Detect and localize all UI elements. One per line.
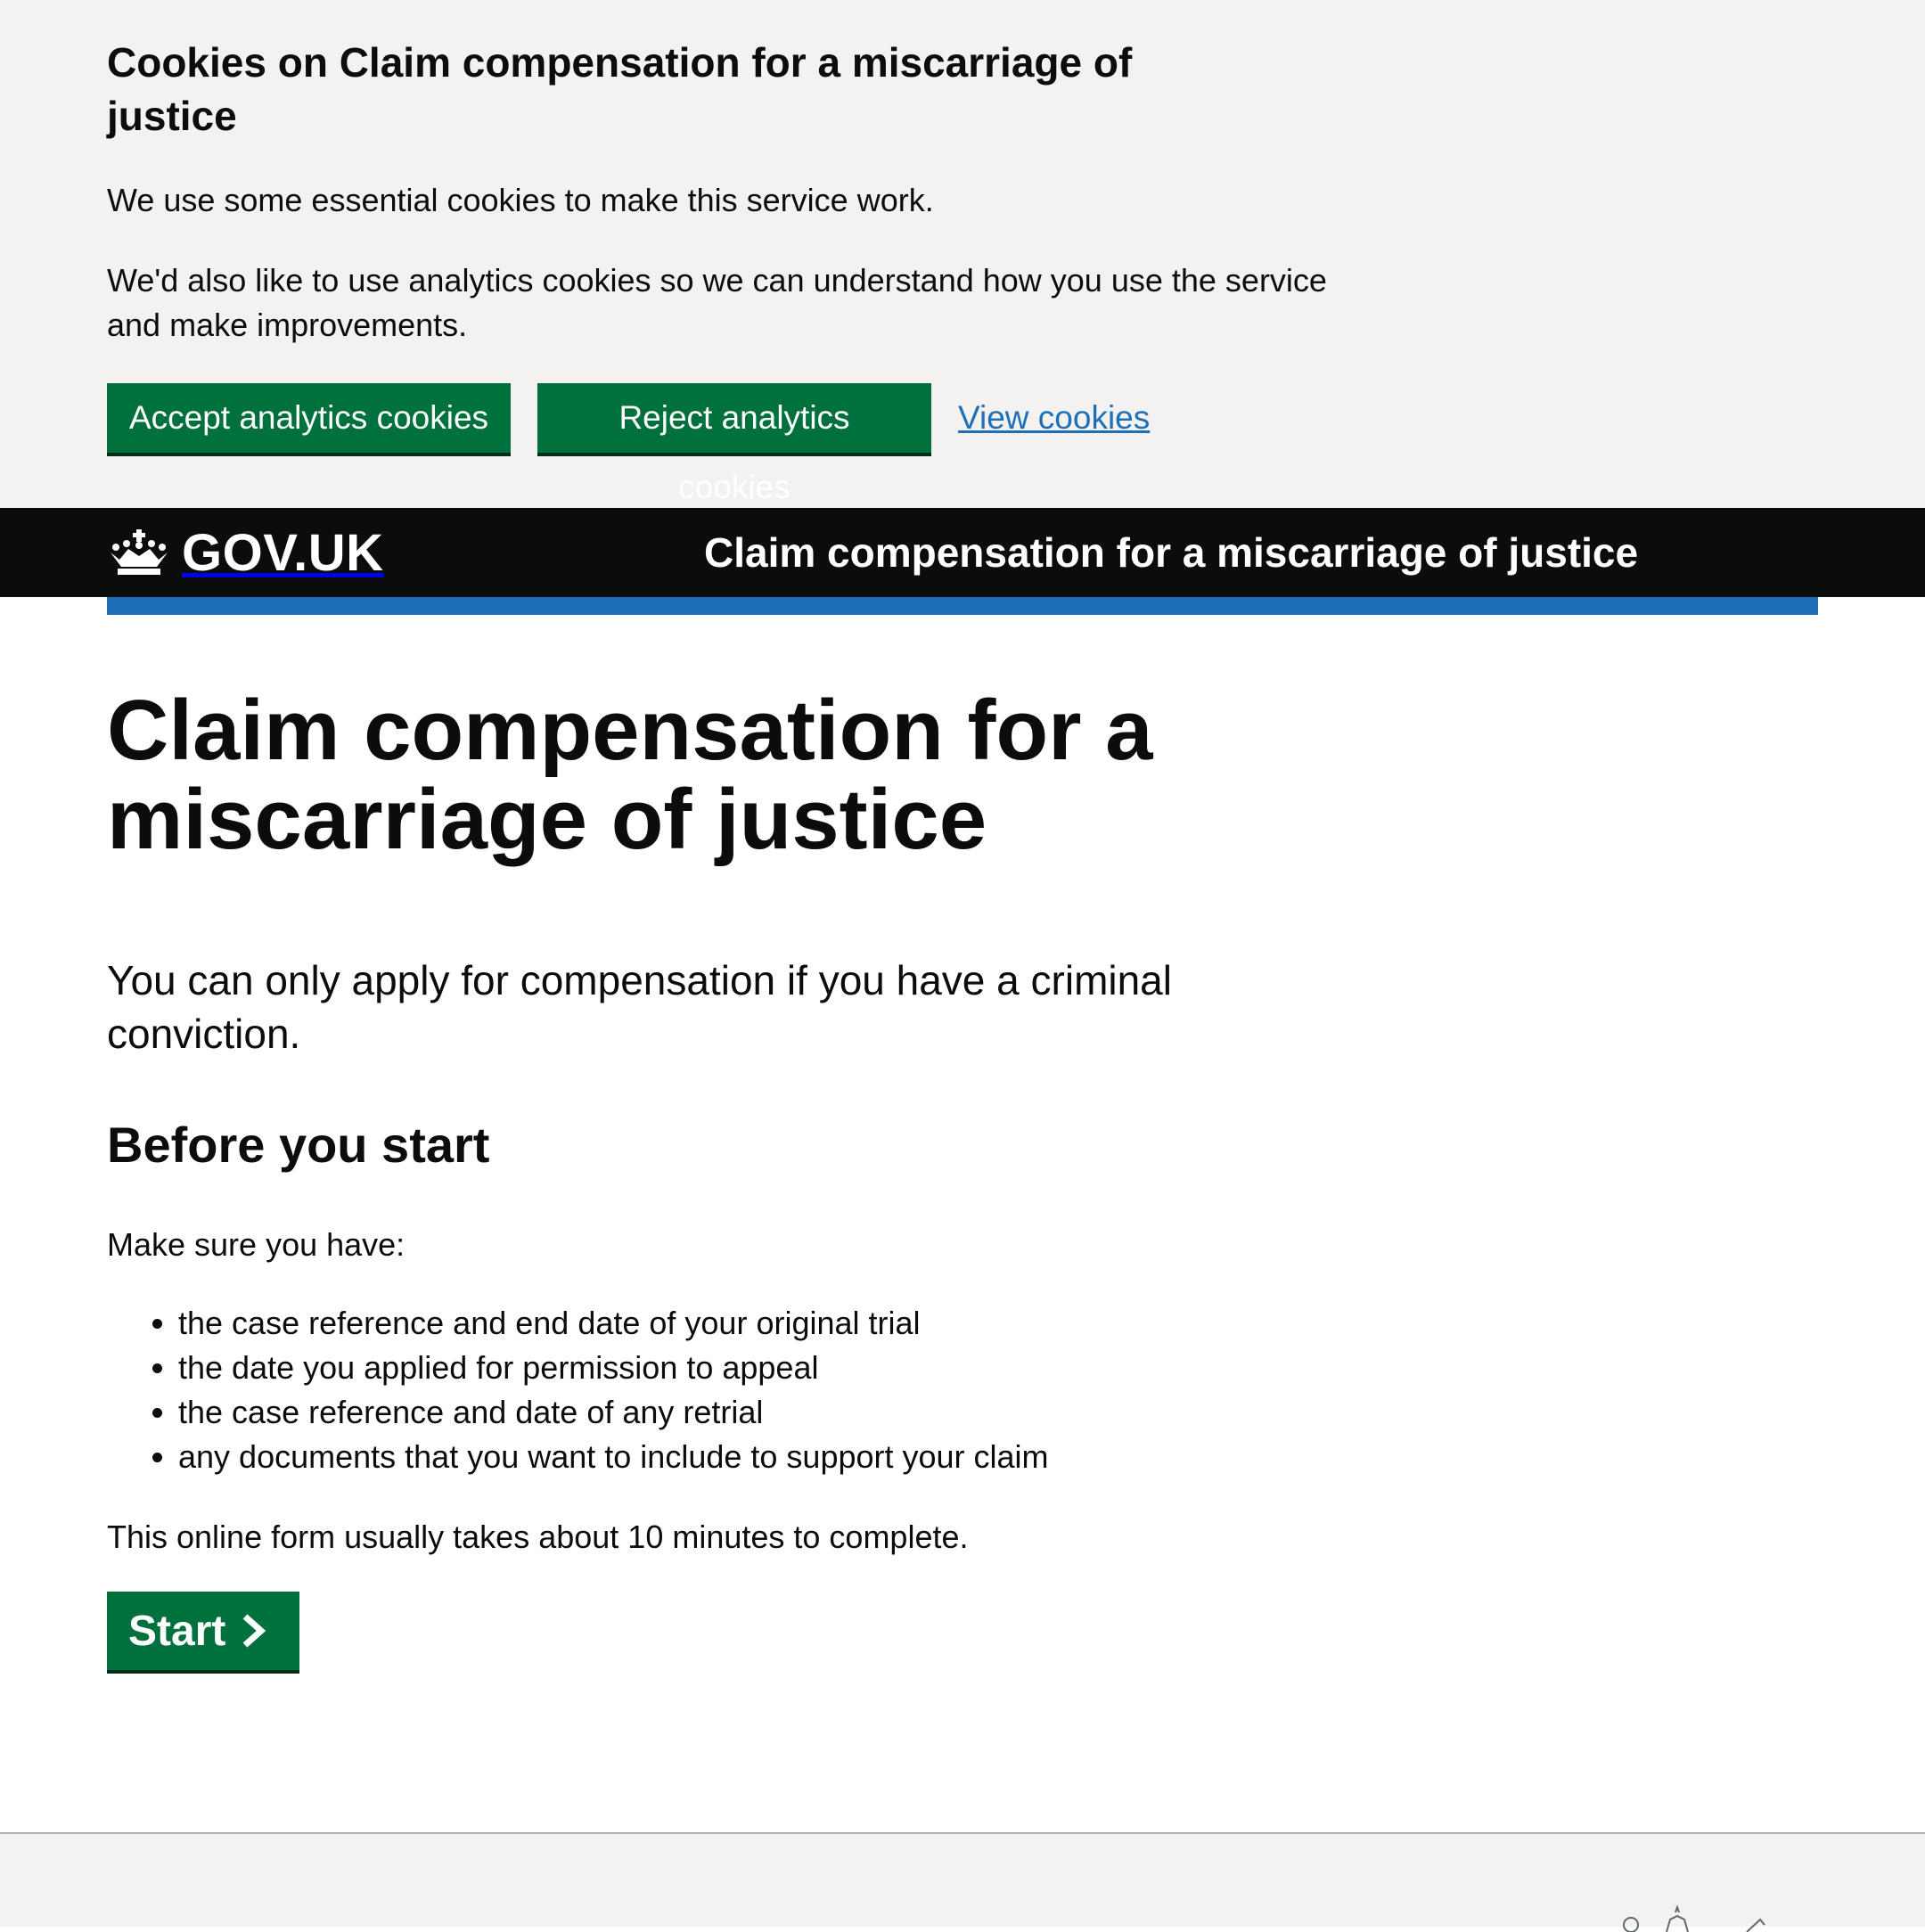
- list-item: the date you applied for permission to a…: [178, 1346, 1049, 1390]
- list-item: the case reference and end date of your …: [178, 1301, 1049, 1346]
- make-sure-text: Make sure you have:: [107, 1226, 405, 1263]
- lead-paragraph: You can only apply for compensation if y…: [107, 957, 1172, 1057]
- before-you-start-heading: Before you start: [107, 1117, 490, 1173]
- cookie-banner-analytics-text: We'd also like to use analytics cookies …: [107, 262, 1327, 343]
- header-blue-bar: [107, 597, 1818, 615]
- accept-analytics-cookies-button[interactable]: Accept analytics cookies: [107, 383, 511, 453]
- start-button-label: Start: [128, 1607, 226, 1655]
- service-name-link[interactable]: Claim compensation for a miscarriage of …: [704, 526, 1638, 579]
- duration-text: This online form usually takes about 10 …: [107, 1519, 969, 1555]
- page-title: Claim compensation for a miscarriage of …: [107, 683, 1153, 867]
- govuk-logo-link[interactable]: GOV.UK: [107, 522, 383, 583]
- govuk-logo-text: GOV.UK: [182, 523, 384, 582]
- requirements-list: the case reference and end date of your …: [107, 1301, 1049, 1479]
- start-button[interactable]: Start: [107, 1592, 299, 1670]
- cookie-banner-essential-text: We use some essential cookies to make th…: [107, 182, 934, 218]
- chevron-right-icon: [243, 1614, 266, 1648]
- site-footer: [0, 1832, 1925, 1932]
- site-header: GOV.UK Claim compensation for a miscarri…: [0, 508, 1925, 597]
- list-item: the case reference and date of any retri…: [178, 1390, 1049, 1435]
- crown-icon: [111, 529, 168, 575]
- royal-coat-of-arms-icon: [1623, 1905, 1765, 1932]
- list-item: any documents that you want to include t…: [178, 1435, 1049, 1479]
- view-cookies-link[interactable]: View cookies: [958, 396, 1150, 440]
- reject-analytics-cookies-button[interactable]: Reject analytics cookies: [537, 383, 931, 505]
- cookie-banner: Cookies on Claim compensation for a misc…: [0, 0, 1925, 508]
- cookie-banner-title: Cookies on Claim compensation for a misc…: [107, 39, 1133, 139]
